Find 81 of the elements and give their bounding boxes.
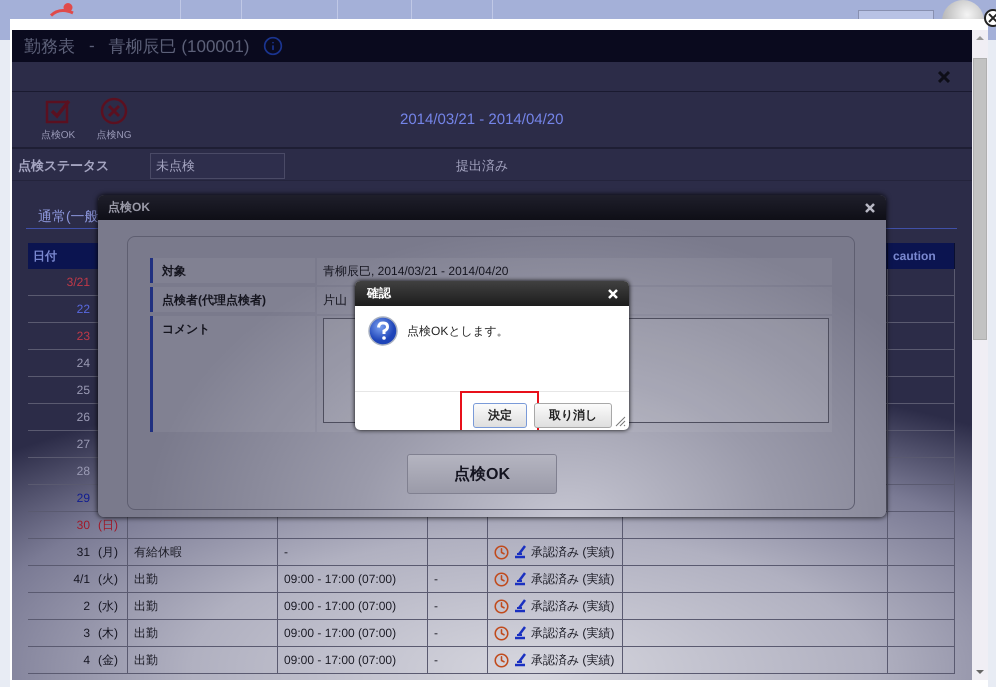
- dialog-title: 点検OK: [108, 199, 150, 216]
- work-type: 有給休暇: [134, 544, 182, 560]
- date-text: 3/21: [66, 275, 90, 289]
- date-text: 2: [82, 599, 90, 613]
- stamp-icon[interactable]: [513, 626, 527, 640]
- column-header: 日付: [33, 248, 57, 264]
- date-text: 4/1: [72, 572, 90, 586]
- date-text: 23: [76, 329, 90, 343]
- date-text: 3: [82, 626, 90, 640]
- table-cell: -: [434, 599, 438, 613]
- approval-status: 承認済み (実績): [531, 598, 614, 614]
- date-text: 27: [76, 437, 90, 451]
- work-time: 09:00 - 17:00 (07:00): [284, 599, 396, 613]
- approval-status: 承認済み (実績): [531, 652, 614, 668]
- checkbox-icon: [44, 97, 72, 125]
- clock-icon[interactable]: [494, 626, 509, 640]
- date-text: 31: [76, 545, 90, 559]
- logo-icon: [50, 3, 74, 17]
- stamp-icon[interactable]: [513, 544, 527, 560]
- clock-icon[interactable]: [494, 652, 509, 668]
- approval-status: 承認済み (実績): [531, 624, 614, 642]
- clock-icon[interactable]: [494, 572, 509, 586]
- date-text: 29: [76, 491, 90, 505]
- dialog-button[interactable]: 決定: [473, 403, 527, 428]
- resize-grip-icon[interactable]: [614, 415, 626, 427]
- toolbar-button[interactable]: 点検OK: [30, 97, 86, 142]
- toolbar-button[interactable]: 点検NG: [86, 97, 142, 142]
- weekday-text: (木): [97, 624, 119, 642]
- status-label: 点検ステータス: [17, 157, 110, 175]
- field-value: 青柳辰巳, 2014/03/21 - 2014/04/20: [317, 258, 832, 285]
- section-title: 通常(一般: [38, 208, 99, 224]
- weekday-text: (火): [97, 570, 119, 588]
- field-label: コメント: [150, 316, 315, 432]
- window-title: 勤務表: [24, 36, 75, 58]
- dialog-title: 確認: [367, 285, 391, 302]
- status-value: 未点検: [150, 153, 285, 179]
- date-text: 4: [82, 653, 90, 667]
- field-label: 対象: [150, 258, 315, 283]
- period-range: 2014/03/21 - 2014/04/20: [400, 111, 564, 128]
- circle-x-icon: [100, 97, 128, 125]
- table-cell: -: [434, 653, 438, 667]
- submit-button[interactable]: 点検OK: [407, 454, 557, 494]
- user-name: 青柳辰巳 (100001): [108, 36, 250, 58]
- approval-status: 承認済み (実績): [531, 544, 614, 560]
- weekday-text: (金): [97, 652, 119, 668]
- title-separator: -: [89, 36, 95, 56]
- field-label: 点検者(代理点検者): [150, 287, 315, 312]
- table-cell: -: [434, 626, 438, 640]
- clock-icon[interactable]: [494, 598, 509, 614]
- date-text: 26: [76, 410, 90, 424]
- work-time: 09:00 - 17:00 (07:00): [284, 572, 396, 586]
- work-type: 出勤: [134, 624, 158, 642]
- date-text: 22: [76, 302, 90, 316]
- date-text: 24: [76, 356, 90, 370]
- date-text: 30: [76, 518, 90, 532]
- stamp-icon[interactable]: [513, 598, 527, 614]
- work-time: -: [284, 545, 288, 559]
- work-type: 出勤: [134, 652, 158, 668]
- column-header: caution: [893, 249, 936, 263]
- stamp-icon[interactable]: [513, 572, 527, 586]
- submission-status: 提出済み: [456, 157, 508, 175]
- work-time: 09:00 - 17:00 (07:00): [284, 626, 396, 640]
- clock-icon[interactable]: [494, 544, 509, 560]
- stamp-icon[interactable]: [513, 652, 527, 668]
- approval-status: 承認済み (実績): [531, 570, 614, 588]
- dialog-button[interactable]: 取り消し: [534, 403, 612, 428]
- scrollbar-thumb[interactable]: [973, 58, 987, 340]
- table-cell: -: [434, 572, 438, 586]
- date-text: 28: [76, 464, 90, 478]
- work-type: 出勤: [134, 570, 158, 588]
- work-time: 09:00 - 17:00 (07:00): [284, 653, 396, 667]
- weekday-text: (日): [97, 516, 119, 534]
- work-type: 出勤: [134, 598, 158, 614]
- close-icon[interactable]: [864, 202, 876, 214]
- weekday-text: (水): [97, 598, 119, 614]
- date-text: 25: [76, 383, 90, 397]
- scroll-up-icon[interactable]: [975, 34, 985, 42]
- weekday-text: (月): [97, 544, 119, 560]
- scroll-down-icon[interactable]: [975, 668, 985, 676]
- confirm-message: 点検OKとします。: [407, 323, 508, 340]
- question-icon: [368, 316, 398, 346]
